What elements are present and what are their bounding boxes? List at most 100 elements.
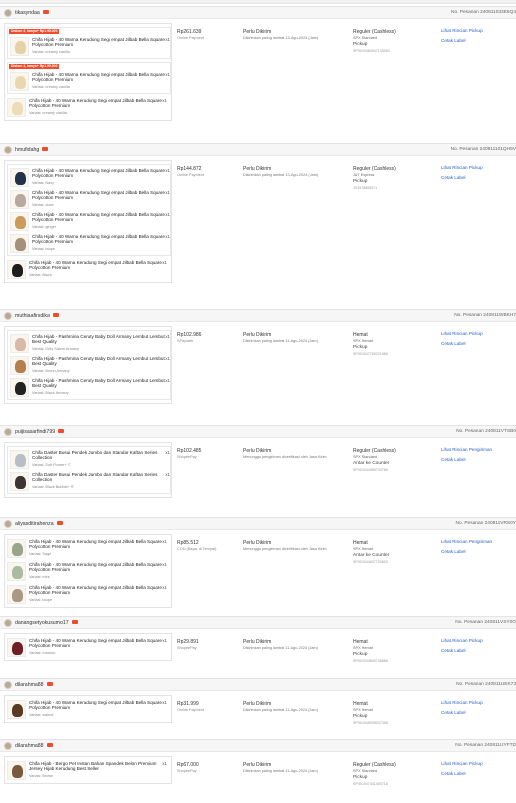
avatar[interactable] bbox=[4, 520, 12, 528]
product-row[interactable]: Chifa Hijab - 40 Warna Kerudung Segi emp… bbox=[7, 538, 169, 560]
view-details-link[interactable]: Lihat Rincian Pengiriman bbox=[441, 447, 492, 453]
chat-icon[interactable] bbox=[42, 147, 49, 152]
product-row[interactable]: Chifa Hijab - 40 Warna Kerudung Segi emp… bbox=[7, 637, 169, 659]
avatar[interactable] bbox=[4, 146, 12, 154]
chat-icon[interactable] bbox=[71, 620, 78, 625]
print-label-link[interactable]: Cetak Label bbox=[441, 771, 466, 777]
buyer-username[interactable]: dilarahma88 bbox=[15, 742, 53, 750]
product-row[interactable]: Chifa Hijab - Pashmina Ceruty Baby Doll … bbox=[10, 333, 172, 355]
product-name[interactable]: Chifa Hijab - 40 Warna Kerudung Segi emp… bbox=[29, 98, 169, 109]
avatar[interactable] bbox=[4, 742, 12, 750]
product-row[interactable]: Chifa Hijab - Pashmina Ceruty Baby Doll … bbox=[10, 355, 172, 377]
product-name[interactable]: Chifa Daster Busui Pendek Jumbo dan Stan… bbox=[32, 472, 172, 483]
print-label-link[interactable]: Cetak Label bbox=[441, 710, 466, 716]
product-name[interactable]: Chifa Hijab - 40 Warna Kerudung Segi emp… bbox=[32, 72, 172, 83]
product-row[interactable]: Chifa Hijab - 40 Warna Kerudung Segi emp… bbox=[10, 189, 172, 211]
product-row[interactable]: Chifa Hijab - 40 Warna Kerudung Segi emp… bbox=[10, 167, 172, 189]
product-name[interactable]: Chifa Hijab - Pashmina Ceruty Baby Doll … bbox=[32, 334, 172, 345]
chat-icon[interactable] bbox=[42, 10, 49, 15]
order-status: Perlu Dikirim bbox=[243, 540, 272, 546]
product-name[interactable]: Chifa Hijab - 40 Warna Kerudung Segi emp… bbox=[32, 234, 172, 245]
product-row[interactable]: Chifa Daster Busui Pendek Jumbo dan Stan… bbox=[10, 471, 172, 493]
product-row[interactable]: Chifa Hijab - 40 Warna Kerudung Segi emp… bbox=[7, 97, 169, 119]
product-thumbnail bbox=[10, 168, 29, 187]
product-name[interactable]: Chifa Hijab - Bergo Pet Instan Bahan Spa… bbox=[29, 761, 169, 772]
product-row[interactable]: Chifa Hijab - Bergo Pet Instan Bahan Spa… bbox=[7, 760, 169, 782]
product-name[interactable]: Chifa Hijab - 40 Warna Kerudung Segi emp… bbox=[32, 190, 172, 201]
chat-icon[interactable] bbox=[46, 743, 53, 748]
product-row[interactable]: Chifa Hijab - 40 Warna Kerudung Segi emp… bbox=[10, 211, 172, 233]
product-name[interactable]: Chifa Hijab - Pashmina Ceruty Baby Doll … bbox=[32, 356, 172, 367]
hijab-image-icon bbox=[15, 194, 26, 207]
chat-icon[interactable] bbox=[52, 313, 59, 318]
product-variant: Variasi: Brown bbox=[29, 774, 54, 778]
product-name[interactable]: Chifa Hijab - 40 Warna Kerudung Segi emp… bbox=[29, 260, 169, 271]
print-label-link[interactable]: Cetak Label bbox=[441, 648, 466, 654]
view-details-link[interactable]: Lihat Rincian Pickup bbox=[441, 761, 483, 767]
product-row[interactable]: Chifa Daster Busui Pendek Jumbo dan Stan… bbox=[10, 449, 172, 471]
view-details-link[interactable]: Lihat Rincian Pickup bbox=[441, 700, 483, 706]
order-header: danangsetyokusumo17 No. Pesanan 240811VSY… bbox=[0, 616, 516, 629]
order-number: No. Pesanan 240811VTSB0 bbox=[456, 429, 516, 434]
tracking-number: SPXID047401400718 bbox=[353, 782, 388, 786]
order-header: puijisasarfindi799 No. Pesanan 240811VTSB… bbox=[0, 425, 516, 438]
product-name[interactable]: Chifa Hijab - 40 Warna Kerudung Segi emp… bbox=[32, 168, 172, 179]
avatar[interactable] bbox=[4, 312, 12, 320]
avatar[interactable] bbox=[4, 9, 12, 17]
product-quantity: x1 bbox=[162, 562, 167, 567]
courier-name: J&T Express bbox=[353, 173, 375, 177]
chat-icon[interactable] bbox=[46, 682, 53, 687]
product-name[interactable]: Chifa Hijab - 40 Warna Kerudung Segi emp… bbox=[32, 37, 172, 48]
buyer-username[interactable]: aliyasditirahenza bbox=[15, 520, 63, 528]
view-details-link[interactable]: Lihat Rincian Pickup bbox=[441, 331, 483, 337]
print-label-link[interactable]: Cetak Label bbox=[441, 38, 466, 44]
product-variant: Variasi: Dirty Salem Armany bbox=[32, 347, 79, 351]
print-label-link[interactable]: Cetak Label bbox=[441, 341, 466, 347]
product-name[interactable]: Chifa Hijab - 40 Warna Kerudung Segi emp… bbox=[29, 700, 169, 711]
product-name[interactable]: Chifa Hijab - Pashmina Ceruty Baby Doll … bbox=[32, 378, 172, 389]
product-quantity: x1 bbox=[165, 190, 170, 195]
buyer-username[interactable]: hmufidahg bbox=[15, 146, 49, 154]
courier-name: SPX Hemat bbox=[353, 646, 373, 650]
chat-icon[interactable] bbox=[58, 429, 65, 434]
order-number: No. Pesanan 240811VRS0Y bbox=[455, 521, 516, 526]
view-details-link[interactable]: Lihat Rincian Pickup bbox=[441, 165, 483, 171]
buyer-username[interactable]: tikasyndaa bbox=[15, 9, 49, 17]
product-quantity: x1 bbox=[165, 334, 170, 339]
print-label-link[interactable]: Cetak Label bbox=[441, 549, 466, 555]
product-row[interactable]: Chifa Hijab - 40 Warna Kerudung Segi emp… bbox=[10, 71, 172, 93]
product-row[interactable]: Chifa Hijab - Pashmina Ceruty Baby Doll … bbox=[10, 377, 172, 399]
product-name[interactable]: Chifa Hijab - 40 Warna Kerudung Segi emp… bbox=[29, 539, 169, 550]
buyer-username[interactable]: muthiaafirsdika bbox=[15, 312, 59, 320]
product-name[interactable]: Chifa Hijab - 40 Warna Kerudung Segi emp… bbox=[29, 585, 169, 596]
product-name[interactable]: Chifa Daster Busui Pendek Jumbo dan Stan… bbox=[32, 450, 172, 461]
product-row[interactable]: Chifa Hijab - 40 Warna Kerudung Segi emp… bbox=[10, 36, 172, 58]
buyer-username[interactable]: puijisasarfindi799 bbox=[15, 428, 65, 436]
product-row[interactable]: Chifa Hijab - 40 Warna Kerudung Segi emp… bbox=[7, 561, 169, 583]
order-card: dilarahma88 No. Pesanan 240811UYFTD Chifa … bbox=[0, 739, 516, 803]
buyer-username[interactable]: dilarahma88 bbox=[15, 681, 53, 689]
avatar[interactable] bbox=[4, 428, 12, 436]
view-details-link[interactable]: Lihat Rincian Pickup bbox=[441, 28, 483, 34]
product-name[interactable]: Chifa Hijab - 40 Warna Kerudung Segi emp… bbox=[29, 562, 169, 573]
product-name[interactable]: Chifa Hijab - 40 Warna Kerudung Segi emp… bbox=[29, 638, 169, 649]
product-row[interactable]: Chifa Hijab - 40 Warna Kerudung Segi emp… bbox=[7, 584, 169, 606]
view-details-link[interactable]: Lihat Rincian Pengiriman bbox=[441, 539, 492, 545]
print-label-link[interactable]: Cetak Label bbox=[441, 175, 466, 181]
buyer-username[interactable]: danangsetyokusumo17 bbox=[15, 619, 78, 627]
avatar[interactable] bbox=[4, 619, 12, 627]
product-name[interactable]: Chifa Hijab - 40 Warna Kerudung Segi emp… bbox=[32, 212, 172, 223]
print-label-link[interactable]: Cetak Label bbox=[441, 457, 466, 463]
ship-mode: Antar ke Counter bbox=[353, 553, 390, 558]
chat-icon[interactable] bbox=[56, 521, 63, 526]
product-row[interactable]: Chifa Hijab - 40 Warna Kerudung Segi emp… bbox=[7, 259, 169, 281]
order-card: muthiaafirsdika No. Pesanan 240811WBKH7 Ch… bbox=[0, 309, 516, 422]
order-status: Perlu Dikirim bbox=[243, 332, 272, 338]
product-row[interactable]: Chifa Hijab - 40 Warna Kerudung Segi emp… bbox=[10, 233, 172, 255]
product-row[interactable]: Chifa Hijab - 40 Warna Kerudung Segi emp… bbox=[7, 699, 169, 721]
avatar[interactable] bbox=[4, 681, 12, 689]
order-number: No. Pesanan 240811UYFTD bbox=[455, 743, 516, 748]
order-card: hmufidahg No. Pesanan 240811101QH5V Chifa … bbox=[0, 143, 516, 306]
view-details-link[interactable]: Lihat Rincian Pickup bbox=[441, 638, 483, 644]
order-total: Rp144.872 bbox=[177, 166, 202, 172]
